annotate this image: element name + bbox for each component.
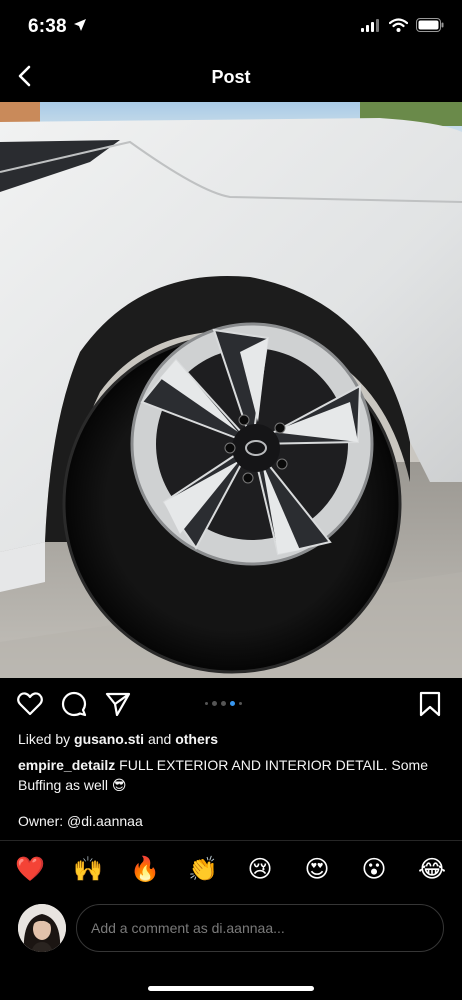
post-caption: empire_detailz FULL EXTERIOR AND INTERIO… xyxy=(18,755,438,795)
heart-icon xyxy=(17,691,43,721)
divider xyxy=(0,840,462,841)
quick-reactions: ❤️ 🙌 🔥 👏 😢 😍 😮 😂 xyxy=(0,852,462,888)
save-button[interactable] xyxy=(416,691,444,722)
carousel-dot xyxy=(212,701,217,706)
share-button[interactable] xyxy=(104,692,132,720)
carousel-dot xyxy=(239,702,242,705)
comment-input[interactable] xyxy=(91,920,429,936)
page-title: Post xyxy=(211,67,251,87)
carousel-dot xyxy=(205,702,208,705)
reaction-raised-hands[interactable]: 🙌 xyxy=(73,854,103,884)
comment-row xyxy=(0,904,462,954)
comment-input-box[interactable] xyxy=(76,904,444,952)
share-icon xyxy=(105,692,131,721)
likes-line: Liked by gusano.sti and others xyxy=(18,731,218,747)
status-bar: 6:38 xyxy=(0,0,462,56)
likes-prefix: Liked by xyxy=(18,731,75,747)
status-time: 6:38 xyxy=(28,16,67,37)
reaction-heart[interactable]: ❤️ xyxy=(15,854,45,884)
reaction-crying[interactable]: 😢 xyxy=(245,854,275,884)
carousel-indicator xyxy=(205,701,242,706)
caption-owner-line: Owner: @di.aannaa xyxy=(18,813,143,829)
carousel-dot-active xyxy=(230,701,235,706)
liked-user-link[interactable]: gusano.sti xyxy=(74,731,144,747)
likes-mid: and xyxy=(144,731,176,747)
avatar[interactable] xyxy=(18,904,66,952)
wifi-icon xyxy=(388,18,409,37)
reaction-surprised[interactable]: 😮 xyxy=(359,854,389,884)
home-indicator[interactable] xyxy=(148,986,314,991)
signal-icon xyxy=(361,18,381,37)
post-actions xyxy=(0,688,462,722)
battery-icon xyxy=(416,18,444,37)
post-image[interactable] xyxy=(0,102,462,678)
reaction-fire[interactable]: 🔥 xyxy=(130,854,160,884)
comment-button[interactable] xyxy=(60,691,88,722)
reaction-clap[interactable]: 👏 xyxy=(188,854,218,884)
location-arrow-icon xyxy=(73,18,87,37)
bookmark-icon xyxy=(419,691,441,722)
reaction-heart-eyes[interactable]: 😍 xyxy=(302,854,332,884)
reaction-laughing[interactable]: 😂 xyxy=(417,854,447,884)
comment-icon xyxy=(61,691,87,722)
liked-others-link[interactable]: others xyxy=(175,731,218,747)
caption-username[interactable]: empire_detailz xyxy=(18,757,115,773)
nav-bar: Post xyxy=(0,56,462,102)
like-button[interactable] xyxy=(16,691,44,721)
carousel-dot xyxy=(221,701,226,706)
status-icons xyxy=(361,18,444,37)
